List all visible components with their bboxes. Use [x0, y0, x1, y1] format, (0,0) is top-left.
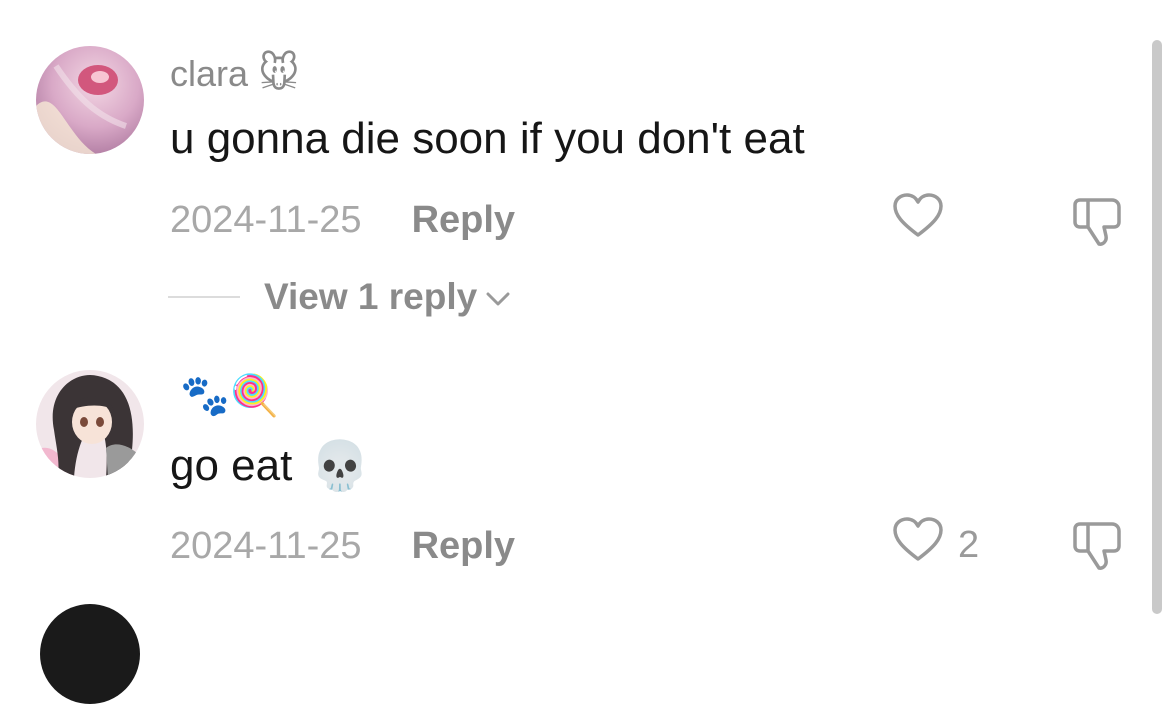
comment-text-content: go eat [170, 441, 293, 490]
username[interactable]: 🐾🍭 [170, 370, 280, 422]
paw-lollipop-emoji: 🐾🍭 [180, 373, 280, 419]
avatar[interactable] [36, 46, 144, 154]
dislike-button[interactable] [1072, 520, 1124, 577]
heart-icon [892, 193, 944, 249]
thumbs-down-icon [1072, 198, 1124, 252]
like-button[interactable]: 2 [892, 517, 980, 568]
reply-button[interactable]: Reply [412, 199, 515, 242]
like-count: 2 [958, 523, 980, 566]
mouse-emoji: 🐭 [258, 51, 300, 97]
comment-meta: 2024-11-25 Reply [170, 522, 515, 570]
heart-icon [892, 517, 944, 573]
dislike-button[interactable] [1072, 196, 1124, 253]
reply-button[interactable]: Reply [412, 525, 515, 568]
divider [168, 296, 240, 298]
comment-date: 2024-11-25 [170, 198, 362, 241]
avatar[interactable] [36, 370, 144, 478]
username-text: clara [170, 53, 249, 94]
avatar[interactable] [40, 604, 140, 704]
view-replies-button[interactable]: View 1 reply [168, 274, 511, 320]
comment-text-content: u gonna die soon if you don't eat [170, 114, 805, 163]
comment-item: 🐾🍭 go eat 💀 2024-11-25 Reply 2 [0, 340, 1150, 614]
username[interactable]: clara 🐭 [170, 50, 300, 98]
comment-date: 2024-11-25 [170, 524, 362, 567]
comment-text: u gonna die soon if you don't eat [170, 112, 805, 166]
comment-item: clara 🐭 u gonna die soon if you don't ea… [0, 0, 1150, 340]
view-replies-label: View 1 reply [264, 276, 478, 317]
thumbs-down-icon [1072, 522, 1124, 576]
chevron-down-icon [485, 276, 511, 318]
skull-emoji: 💀 [310, 438, 371, 494]
like-button[interactable] [892, 193, 958, 244]
comment-text: go eat 💀 [170, 434, 370, 498]
comment-meta: 2024-11-25 Reply [170, 196, 515, 244]
scrollbar[interactable] [1152, 40, 1162, 614]
